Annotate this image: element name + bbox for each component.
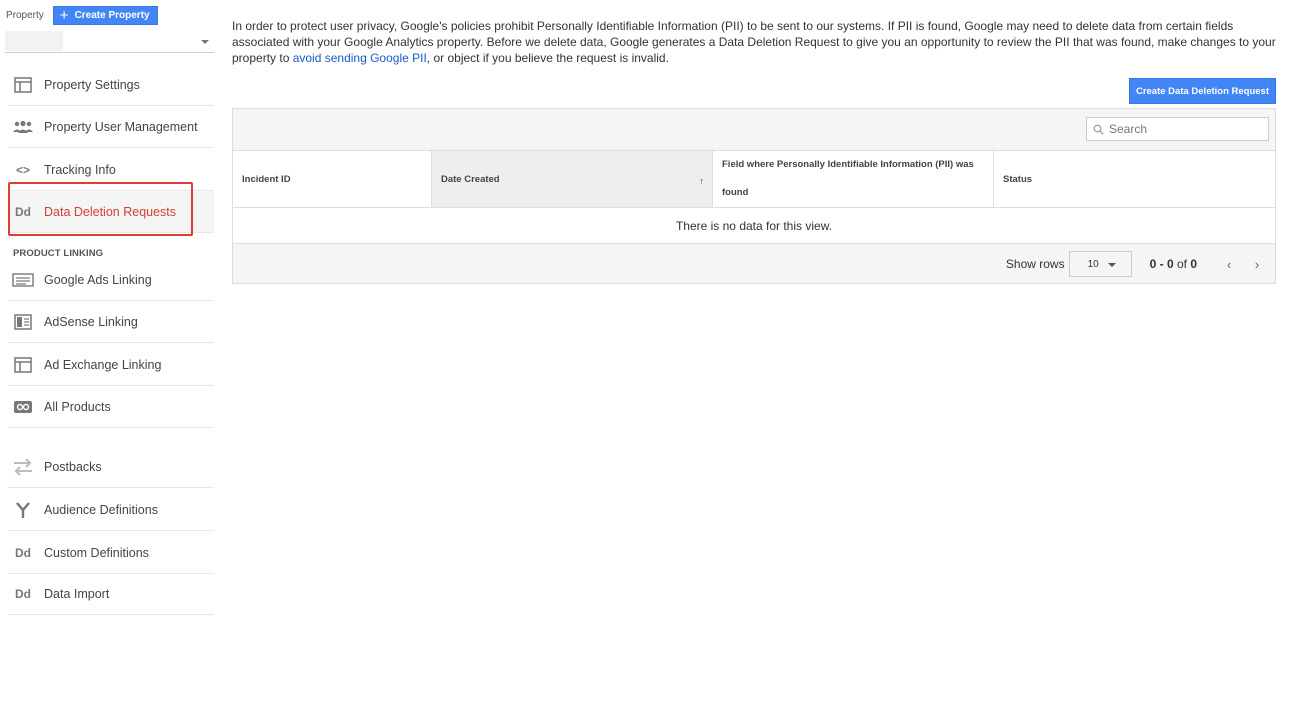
range-sep: - xyxy=(1156,257,1167,271)
previous-page-icon[interactable]: ‹ xyxy=(1219,254,1239,274)
create-property-label: Create Property xyxy=(74,10,150,21)
chevron-down-icon xyxy=(201,40,209,44)
property-name-redacted xyxy=(5,31,63,51)
create-property-button[interactable]: + Create Property xyxy=(52,6,158,25)
chevron-down-icon xyxy=(1107,263,1116,267)
sidebar-item-property-settings[interactable]: Property Settings xyxy=(8,64,214,106)
rows-value: 10 xyxy=(1087,258,1099,270)
column-status[interactable]: Status xyxy=(994,151,1275,207)
table-header: Incident ID Date Created ↑ Field where Pe… xyxy=(233,150,1275,208)
table-toolbar xyxy=(233,109,1275,150)
sidebar-item-label: Property User Management xyxy=(44,119,198,134)
intro-paragraph: In order to protect user privacy, Google… xyxy=(232,18,1277,66)
column-date-created[interactable]: Date Created ↑ xyxy=(432,151,713,207)
create-data-deletion-request-button[interactable]: Create Data Deletion Request xyxy=(1129,78,1276,104)
fork-icon xyxy=(12,501,34,518)
sidebar-item-label: Tracking Info xyxy=(44,162,116,177)
dd-icon: Dd xyxy=(15,586,31,601)
search-input[interactable] xyxy=(1109,122,1259,136)
range-of: of xyxy=(1173,257,1191,271)
link-chain-icon xyxy=(12,399,34,415)
property-label: Property xyxy=(6,10,44,21)
sidebar-item-all-products[interactable]: All Products xyxy=(8,386,214,428)
property-header: Property + Create Property xyxy=(6,6,158,25)
window-icon xyxy=(12,356,34,373)
avoid-pii-link[interactable]: avoid sending Google PII xyxy=(293,51,427,65)
sidebar-item-google-ads-linking[interactable]: Google Ads Linking xyxy=(8,259,214,301)
dd-icon: Dd xyxy=(15,545,31,560)
column-label: Status xyxy=(1003,173,1033,185)
sidebar-item-ad-exchange-linking[interactable]: Ad Exchange Linking xyxy=(8,344,214,386)
property-select[interactable] xyxy=(5,29,214,53)
column-incident-id[interactable]: Incident ID xyxy=(233,151,432,207)
empty-message: There is no data for this view. xyxy=(233,208,1275,244)
sidebar-item-label: All Products xyxy=(44,399,111,414)
show-rows-label: Show rows xyxy=(1005,257,1065,271)
sidebar-item-data-import[interactable]: Dd Data Import xyxy=(8,573,214,615)
sidebar-item-label: Data Import xyxy=(44,586,110,601)
sidebar-item-label: Google Ads Linking xyxy=(44,272,152,287)
next-page-icon[interactable]: › xyxy=(1247,254,1267,274)
sidebar-item-audience-definitions[interactable]: Audience Definitions xyxy=(8,489,214,531)
rows-per-page-select[interactable]: 10 xyxy=(1068,251,1132,277)
sort-up-icon: ↑ xyxy=(699,176,705,186)
sidebar: Property + Create Property Property Sett… xyxy=(0,0,216,705)
sidebar-item-custom-definitions[interactable]: Dd Custom Definitions xyxy=(8,532,214,574)
sidebar-item-postbacks[interactable]: Postbacks xyxy=(8,446,214,488)
column-pii-field[interactable]: Field where Personally Identifiable Info… xyxy=(713,151,994,207)
ads-panel-icon xyxy=(12,272,34,288)
column-label: Incident ID xyxy=(242,173,291,185)
sidebar-item-user-management[interactable]: Property User Management xyxy=(8,106,214,148)
sidebar-item-label: Postbacks xyxy=(44,459,102,474)
sidebar-item-adsense-linking[interactable]: AdSense Linking xyxy=(8,301,214,343)
range-total: 0 xyxy=(1190,257,1197,271)
swap-arrows-icon xyxy=(12,457,34,476)
plus-icon: + xyxy=(59,7,69,24)
sidebar-item-label: Ad Exchange Linking xyxy=(44,357,162,372)
highlight-annotation xyxy=(8,182,193,236)
page-range: 0 - 0 of 0 xyxy=(1150,257,1197,271)
code-icon: <> xyxy=(15,162,30,177)
users-icon xyxy=(12,119,34,135)
search-icon xyxy=(1093,124,1104,135)
sidebar-item-label: Audience Definitions xyxy=(44,502,158,517)
range-end: 0 xyxy=(1166,257,1174,271)
sidebar-item-label: Custom Definitions xyxy=(44,545,149,560)
column-label: Date Created xyxy=(441,173,500,185)
adsense-icon xyxy=(12,313,34,330)
sidebar-item-label: Property Settings xyxy=(44,77,140,92)
pagination: Show rows 10 0 - 0 of 0 ‹ › xyxy=(233,244,1275,284)
intro-tail: , or object if you believe the request i… xyxy=(426,51,669,65)
section-product-linking: PRODUCT LINKING xyxy=(13,248,104,259)
search-box[interactable] xyxy=(1086,117,1269,141)
column-label: Field where Personally Identifiable Info… xyxy=(722,159,974,198)
window-icon xyxy=(12,76,34,93)
sidebar-item-label: AdSense Linking xyxy=(44,314,138,329)
requests-table: Incident ID Date Created ↑ Field where Pe… xyxy=(232,108,1276,284)
